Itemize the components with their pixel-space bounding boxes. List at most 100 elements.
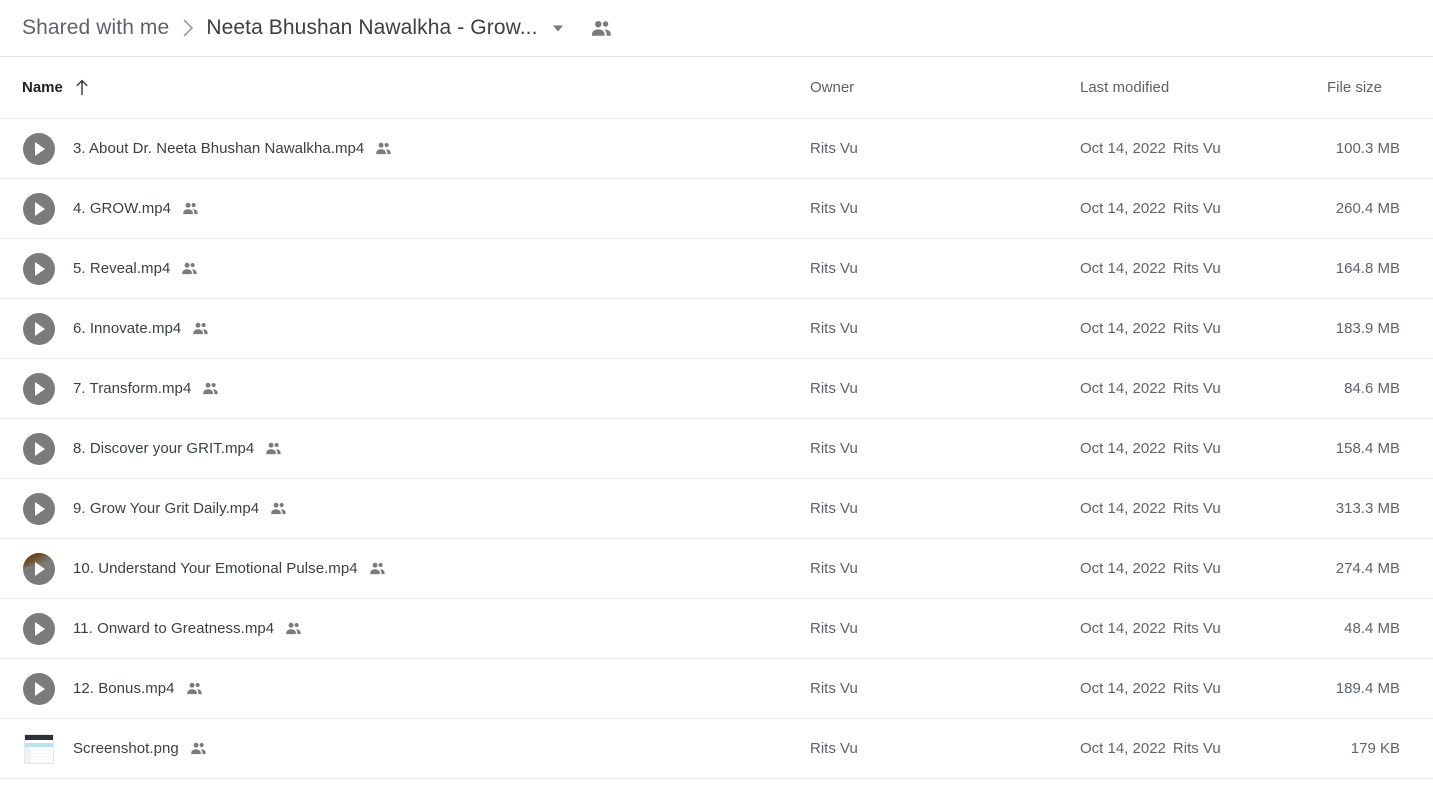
table-row[interactable]: 5. Reveal.mp4 Rits Vu Oct 14, 2022 Rits Vu 1… — [0, 239, 1433, 299]
file-modified-by: Rits Vu — [1172, 140, 1221, 157]
file-size: 313.3 MB — [1335, 500, 1400, 517]
file-name-label: 8. Discover your GRIT.mp4 — [73, 440, 255, 457]
file-last-modified: Oct 14, 2022 Rits Vu — [1080, 680, 1221, 697]
file-owner: Rits Vu — [810, 260, 858, 277]
file-modified-date: Oct 14, 2022 — [1080, 500, 1166, 517]
file-name-label: 5. Reveal.mp4 — [73, 260, 171, 277]
video-play-icon-with-thumbnail[interactable] — [23, 552, 55, 585]
file-owner: Rits Vu — [810, 500, 858, 517]
video-play-icon[interactable] — [23, 252, 55, 285]
file-name-label: 10. Understand Your Emotional Pulse.mp4 — [73, 560, 358, 577]
file-last-modified: Oct 14, 2022 Rits Vu — [1080, 620, 1221, 637]
table-row[interactable]: 3. About Dr. Neeta Bhushan Nawalkha.mp4 R… — [0, 119, 1433, 179]
file-modified-by: Rits Vu — [1172, 680, 1221, 697]
table-row[interactable]: 9. Grow Your Grit Daily.mp4 Rits Vu Oct 14… — [0, 479, 1433, 539]
people-shared-icon[interactable] — [591, 20, 612, 37]
file-owner: Rits Vu — [810, 440, 858, 457]
people-shared-icon — [375, 142, 392, 155]
file-modified-by: Rits Vu — [1172, 560, 1221, 577]
people-shared-icon — [265, 442, 282, 455]
file-modified-date: Oct 14, 2022 — [1080, 320, 1166, 337]
file-owner: Rits Vu — [810, 680, 858, 697]
chevron-down-icon[interactable] — [551, 21, 565, 35]
column-header-owner[interactable]: Owner — [810, 79, 854, 96]
file-name-label: 3. About Dr. Neeta Bhushan Nawalkha.mp4 — [73, 140, 365, 157]
file-name-label: 12. Bonus.mp4 — [73, 680, 175, 697]
image-thumbnail-icon[interactable] — [23, 733, 55, 765]
file-name-cell[interactable]: 11. Onward to Greatness.mp4 — [73, 620, 302, 637]
table-row[interactable]: 6. Innovate.mp4 Rits Vu Oct 14, 2022 Rits V… — [0, 299, 1433, 359]
video-play-icon[interactable] — [23, 672, 55, 705]
table-row[interactable]: 10. Understand Your Emotional Pulse.mp4 R… — [0, 539, 1433, 599]
file-modified-by: Rits Vu — [1172, 740, 1221, 757]
column-header-file-size[interactable]: File size — [1327, 79, 1382, 96]
file-size: 100.3 MB — [1335, 140, 1400, 157]
file-modified-by: Rits Vu — [1172, 620, 1221, 637]
file-last-modified: Oct 14, 2022 Rits Vu — [1080, 140, 1221, 157]
sort-ascending-arrow-icon[interactable] — [75, 79, 89, 96]
file-modified-by: Rits Vu — [1172, 380, 1221, 397]
file-name-cell[interactable]: 12. Bonus.mp4 — [73, 680, 203, 697]
file-last-modified: Oct 14, 2022 Rits Vu — [1080, 320, 1221, 337]
breadcrumb-parent-shared-with-me[interactable]: Shared with me — [22, 16, 169, 40]
people-shared-icon — [270, 502, 287, 515]
file-size: 179 KB — [1350, 740, 1400, 757]
video-play-icon[interactable] — [23, 132, 55, 165]
file-name-label: 6. Innovate.mp4 — [73, 320, 182, 337]
people-shared-icon — [182, 202, 199, 215]
video-play-icon[interactable] — [23, 432, 55, 465]
file-name-label: Screenshot.png — [73, 740, 179, 757]
file-size: 48.4 MB — [1344, 620, 1400, 637]
file-name-cell[interactable]: 9. Grow Your Grit Daily.mp4 — [73, 500, 287, 517]
column-header-name[interactable]: Name — [22, 79, 89, 96]
video-play-icon[interactable] — [23, 492, 55, 525]
file-name-label: 4. GROW.mp4 — [73, 200, 172, 217]
video-play-icon[interactable] — [23, 612, 55, 645]
people-shared-icon — [369, 562, 386, 575]
people-shared-icon — [202, 382, 219, 395]
table-row[interactable]: 8. Discover your GRIT.mp4 Rits Vu Oct 14, … — [0, 419, 1433, 479]
table-row[interactable]: 12. Bonus.mp4 Rits Vu Oct 14, 2022 Rits Vu 1… — [0, 659, 1433, 719]
column-header-name-label: Name — [22, 79, 63, 96]
file-last-modified: Oct 14, 2022 Rits Vu — [1080, 560, 1221, 577]
file-name-cell[interactable]: 8. Discover your GRIT.mp4 — [73, 440, 282, 457]
file-name-cell[interactable]: 10. Understand Your Emotional Pulse.mp4 — [73, 560, 386, 577]
file-modified-date: Oct 14, 2022 — [1080, 680, 1166, 697]
file-size: 164.8 MB — [1335, 260, 1400, 277]
breadcrumb: Shared with me Neeta Bhushan Nawalkha - … — [0, 0, 1433, 57]
file-modified-date: Oct 14, 2022 — [1080, 440, 1166, 457]
video-play-icon[interactable] — [23, 312, 55, 345]
people-shared-icon — [190, 742, 207, 755]
column-header-last-modified[interactable]: Last modified — [1080, 79, 1169, 96]
file-last-modified: Oct 14, 2022 Rits Vu — [1080, 380, 1221, 397]
table-row[interactable]: 4. GROW.mp4 Rits Vu Oct 14, 2022 Rits Vu 260… — [0, 179, 1433, 239]
file-owner: Rits Vu — [810, 380, 858, 397]
file-name-cell[interactable]: Screenshot.png — [73, 740, 207, 757]
file-modified-date: Oct 14, 2022 — [1080, 740, 1166, 757]
file-last-modified: Oct 14, 2022 Rits Vu — [1080, 260, 1221, 277]
file-name-label: 11. Onward to Greatness.mp4 — [73, 620, 275, 637]
file-owner: Rits Vu — [810, 740, 858, 757]
table-row[interactable]: 11. Onward to Greatness.mp4 Rits Vu Oct 14… — [0, 599, 1433, 659]
file-modified-date: Oct 14, 2022 — [1080, 620, 1166, 637]
file-size: 158.4 MB — [1335, 440, 1400, 457]
table-row[interactable]: Screenshot.png Rits Vu Oct 14, 2022 Rits Vu… — [0, 719, 1433, 779]
file-size: 274.4 MB — [1335, 560, 1400, 577]
video-play-icon[interactable] — [23, 192, 55, 225]
file-size: 260.4 MB — [1335, 200, 1400, 217]
table-row[interactable]: 7. Transform.mp4 Rits Vu Oct 14, 2022 Rits … — [0, 359, 1433, 419]
file-owner: Rits Vu — [810, 320, 858, 337]
file-name-cell[interactable]: 3. About Dr. Neeta Bhushan Nawalkha.mp4 — [73, 140, 392, 157]
breadcrumb-current-folder[interactable]: Neeta Bhushan Nawalkha - Grow... — [206, 16, 537, 40]
video-play-icon[interactable] — [23, 372, 55, 405]
file-size: 183.9 MB — [1335, 320, 1400, 337]
file-name-cell[interactable]: 6. Innovate.mp4 — [73, 320, 209, 337]
file-modified-date: Oct 14, 2022 — [1080, 260, 1166, 277]
file-last-modified: Oct 14, 2022 Rits Vu — [1080, 440, 1221, 457]
file-name-cell[interactable]: 7. Transform.mp4 — [73, 380, 219, 397]
file-owner: Rits Vu — [810, 200, 858, 217]
file-name-cell[interactable]: 4. GROW.mp4 — [73, 200, 199, 217]
file-size: 189.4 MB — [1335, 680, 1400, 697]
people-shared-icon — [285, 622, 302, 635]
file-name-cell[interactable]: 5. Reveal.mp4 — [73, 260, 198, 277]
